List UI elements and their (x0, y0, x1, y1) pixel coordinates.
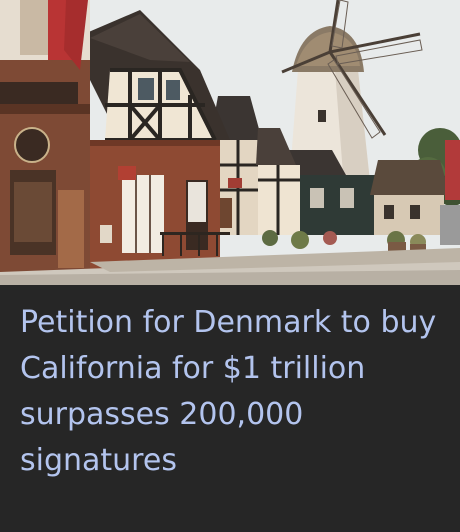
article-headline[interactable]: Petition for Denmark to buy California f… (20, 300, 448, 484)
news-card[interactable]: Petition for Denmark to buy California f… (0, 0, 460, 532)
article-image[interactable] (0, 0, 460, 285)
building-left (0, 0, 90, 285)
